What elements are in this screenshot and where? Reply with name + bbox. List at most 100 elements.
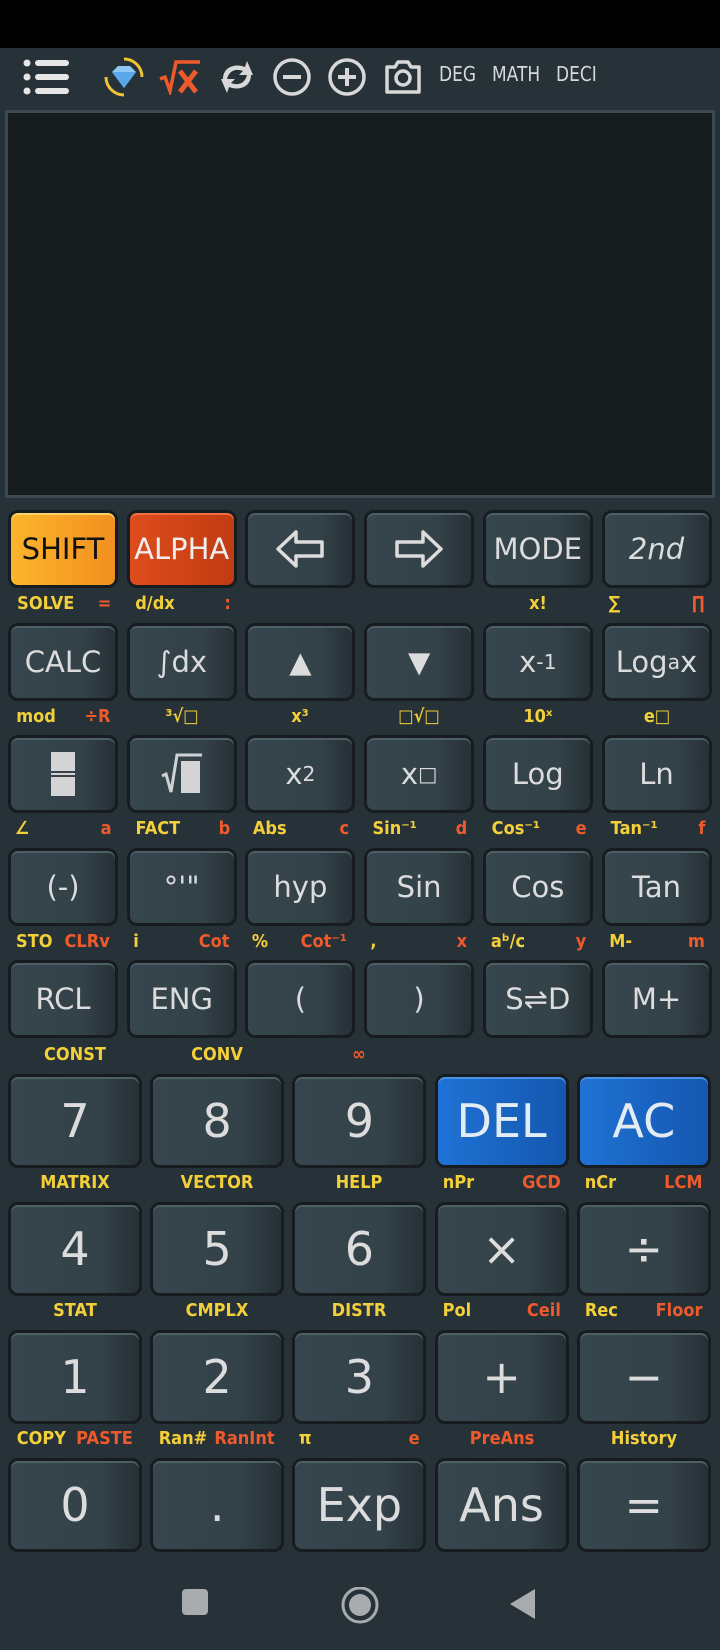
5-key[interactable]: 5 <box>150 1202 285 1296</box>
menu-icon[interactable] <box>22 58 72 96</box>
8-key[interactable]: 8 <box>150 1074 285 1168</box>
2-key[interactable]: 2 <box>150 1330 285 1424</box>
7-key[interactable]: 7 <box>8 1074 142 1168</box>
x-key[interactable]: x □ <box>364 735 475 813</box>
key-label: + <box>482 1350 521 1404</box>
shift-function-label: nCr <box>584 1172 616 1193</box>
shift-key[interactable]: SHIFT <box>8 510 118 588</box>
key-label: °'" <box>163 869 200 904</box>
secondary-label-row: STAT CMPLX DISTR Pol Ceil Rec Floor <box>0 1297 720 1325</box>
hyp-key[interactable]: hyp <box>245 847 356 926</box>
m-key[interactable]: M+ <box>601 960 712 1038</box>
rcl-key[interactable]: RCL <box>8 960 118 1038</box>
key-label: Exp <box>316 1478 403 1532</box>
key-label: 9 <box>344 1094 375 1148</box>
4-key[interactable]: 4 <box>8 1202 142 1296</box>
9-key[interactable]: 9 <box>292 1074 427 1168</box>
key-key[interactable]: ÷ <box>576 1202 711 1296</box>
shift-function-label: STO <box>16 930 53 952</box>
shift-function-label: ∠ <box>14 818 30 839</box>
sqrt-key[interactable] <box>126 735 237 813</box>
arrow-left-key[interactable] <box>245 510 356 588</box>
shift-function-label: nPr <box>442 1172 474 1193</box>
key-label: 3 <box>344 1350 375 1404</box>
shift-function-label: aᵇ/c <box>490 930 525 952</box>
key-key[interactable]: + <box>434 1330 569 1424</box>
key-key[interactable]: . <box>150 1458 285 1552</box>
shift-function-label: CONV <box>191 1044 244 1065</box>
zoom-in-icon[interactable] <box>327 58 367 96</box>
sin-key[interactable]: Sin <box>364 847 475 926</box>
key-label: 2nd <box>628 532 685 566</box>
secondary-label-row: STO CLRv i Cot% Cot⁻¹, x aᵇ/c y M-m <box>0 928 720 956</box>
alpha-function-label: c <box>339 818 349 839</box>
key-key[interactable]: ▼ <box>364 622 475 701</box>
premium-diamond-icon[interactable] <box>104 57 144 97</box>
key-label: Sin <box>396 869 442 904</box>
tan-key[interactable]: Tan <box>601 847 712 926</box>
key-key[interactable]: ( <box>245 960 356 1038</box>
system-nav-bar <box>0 1565 720 1650</box>
key-key[interactable]: ▲ <box>245 622 356 701</box>
0-key[interactable]: 0 <box>8 1458 142 1552</box>
key-key[interactable]: = <box>576 1458 711 1552</box>
alpha-function-label: ∏ <box>692 593 705 614</box>
del-key[interactable]: DEL <box>434 1074 569 1168</box>
shift-function-label: SOLVE <box>17 593 75 614</box>
eng-key[interactable]: ENG <box>126 960 237 1038</box>
key-label: Ln <box>639 757 674 791</box>
calculator-display[interactable] <box>5 110 715 498</box>
1-key[interactable]: 1 <box>8 1330 142 1424</box>
shift-function-label: FACT <box>135 818 180 839</box>
key-label: S⇌D <box>505 982 571 1016</box>
key-label: MODE <box>493 532 583 566</box>
output-mode-indicator[interactable]: DECI <box>556 62 597 86</box>
key-label: x <box>519 644 537 679</box>
2nd-key[interactable]: 2nd <box>601 510 712 588</box>
key-label: Tan <box>631 869 682 904</box>
3-key[interactable]: 3 <box>292 1330 427 1424</box>
alpha-key[interactable]: ALPHA <box>126 510 237 588</box>
key-label: 8 <box>202 1094 232 1148</box>
sqrt-x-icon[interactable] <box>158 58 202 96</box>
alpha-function-label: x <box>457 930 468 952</box>
log-key[interactable]: Log <box>482 735 593 813</box>
camera-icon[interactable] <box>383 58 423 96</box>
s-d-key[interactable]: S⇌D <box>482 960 593 1038</box>
key-key[interactable]: (-) <box>8 847 118 926</box>
input-mode-indicator[interactable]: MATH <box>492 62 540 86</box>
6-key[interactable]: 6 <box>292 1202 427 1296</box>
angle-mode-indicator[interactable]: DEG <box>439 62 476 86</box>
zoom-out-icon[interactable] <box>272 58 312 96</box>
key-key[interactable]: °'" <box>126 847 237 926</box>
key-label: Log <box>615 644 668 679</box>
arrow-right-key[interactable] <box>364 510 475 588</box>
x-key[interactable]: x -1 <box>482 622 593 701</box>
key-key[interactable]: − <box>576 1330 711 1424</box>
ans-key[interactable]: Ans <box>434 1458 569 1552</box>
home-circle-icon[interactable] <box>340 1586 380 1631</box>
shift-function-label: CONST <box>44 1044 106 1065</box>
cos-key[interactable]: Cos <box>482 847 593 926</box>
x-key[interactable]: x2 <box>245 735 356 813</box>
shift-function-label: STAT <box>53 1300 97 1321</box>
status-bar <box>0 0 720 48</box>
dx-key[interactable]: ∫dx <box>126 622 237 701</box>
back-triangle-icon[interactable] <box>508 1587 536 1625</box>
refresh-icon[interactable] <box>217 58 257 96</box>
ac-key[interactable]: AC <box>576 1074 711 1168</box>
shift-function-label: Tan⁻¹ <box>610 818 658 839</box>
calc-key[interactable]: CALC <box>8 622 118 701</box>
shift-function-label: e□ <box>643 705 670 727</box>
ln-key[interactable]: Ln <box>601 735 712 813</box>
recents-square-icon[interactable] <box>181 1587 209 1621</box>
alpha-function-label: ∞ <box>352 1044 367 1065</box>
key-key[interactable]: × <box>434 1202 569 1296</box>
key-label: M+ <box>631 982 682 1016</box>
fraction-key[interactable] <box>8 735 118 813</box>
mode-key[interactable]: MODE <box>482 510 593 588</box>
key-key[interactable]: ) <box>364 960 475 1038</box>
log-key[interactable]: Log a x <box>601 622 712 701</box>
alpha-function-label: GCD <box>521 1172 561 1193</box>
exp-key[interactable]: Exp <box>292 1458 427 1552</box>
